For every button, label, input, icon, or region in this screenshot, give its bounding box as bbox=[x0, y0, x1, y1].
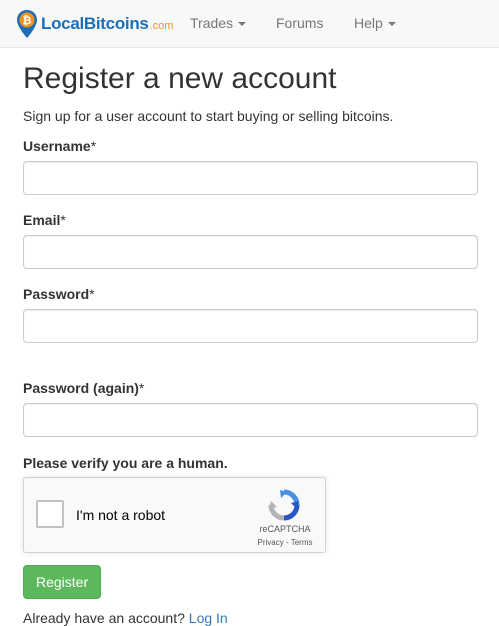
login-prompt: Already have an account? Log In bbox=[23, 610, 228, 626]
email-label: Email* bbox=[23, 212, 66, 228]
nav-help-label: Help bbox=[354, 15, 383, 31]
nav-trades-dropdown[interactable]: Trades bbox=[190, 0, 247, 48]
verify-human-label: Please verify you are a human. bbox=[23, 455, 228, 471]
brand-suffix: .com bbox=[149, 20, 174, 32]
recaptcha-checkbox-label: I'm not a robot bbox=[76, 507, 166, 523]
top-navbar: ₿ LocalBitcoins .com Trades Forums Help bbox=[0, 0, 499, 48]
nav-trades-label: Trades bbox=[190, 15, 234, 31]
username-label-text: Username bbox=[23, 138, 91, 154]
brand-name: LocalBitcoins bbox=[41, 14, 149, 33]
email-label-text: Email bbox=[23, 212, 61, 228]
email-input[interactable] bbox=[23, 235, 478, 269]
nav-forums-label: Forums bbox=[276, 15, 324, 31]
password-again-input[interactable] bbox=[23, 403, 478, 437]
recaptcha-checkbox[interactable] bbox=[36, 500, 64, 528]
page-subtitle: Sign up for a user account to start buyi… bbox=[23, 108, 394, 124]
required-mark: * bbox=[89, 286, 95, 302]
bitcoin-map-pin-icon: ₿ bbox=[17, 10, 37, 38]
username-input[interactable] bbox=[23, 161, 478, 195]
caret-down-icon bbox=[387, 22, 396, 27]
password-label-text: Password bbox=[23, 286, 90, 302]
required-mark: * bbox=[138, 380, 145, 396]
password-again-label: Password (again)* bbox=[23, 380, 144, 396]
password-again-label-text: Password (again) bbox=[23, 380, 139, 396]
username-label: Username* bbox=[23, 138, 96, 154]
nav-help-dropdown[interactable]: Help bbox=[354, 0, 396, 48]
required-mark: * bbox=[60, 212, 66, 228]
recaptcha-icon bbox=[268, 489, 300, 521]
svg-text:₿: ₿ bbox=[23, 15, 32, 27]
nav-forums-link[interactable]: Forums bbox=[276, 0, 323, 48]
password-label: Password* bbox=[23, 286, 95, 302]
login-link[interactable]: Log In bbox=[189, 610, 228, 626]
recaptcha-brand: reCAPTCHA bbox=[259, 524, 311, 534]
recaptcha-privacy-terms-links[interactable]: Privacy - Terms bbox=[246, 538, 324, 547]
brand-logo-link[interactable]: ₿ LocalBitcoins .com bbox=[16, 8, 173, 40]
register-button[interactable]: Register bbox=[23, 565, 102, 599]
password-input[interactable] bbox=[23, 309, 478, 343]
page-title: Register a new account bbox=[23, 62, 337, 95]
recaptcha-widget: I'm not a robot reCAPTCHA Privacy - Term… bbox=[23, 477, 326, 553]
login-prompt-text: Already have an account? bbox=[23, 610, 185, 626]
caret-down-icon bbox=[238, 22, 247, 27]
required-mark: * bbox=[90, 138, 97, 154]
